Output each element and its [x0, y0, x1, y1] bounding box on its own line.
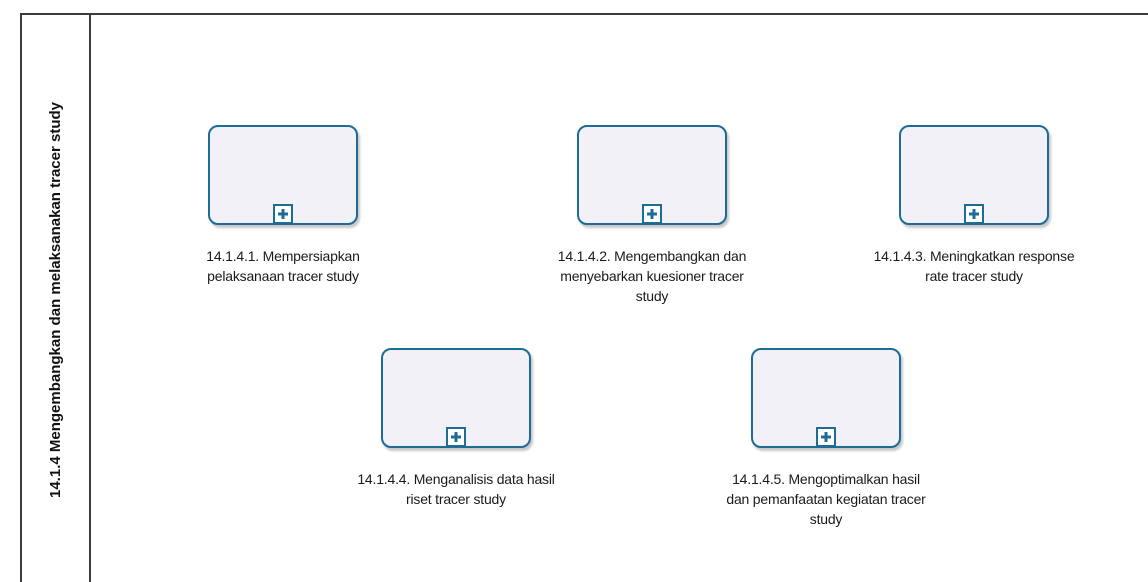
plus-icon: [821, 432, 831, 442]
plus-icon: [647, 209, 657, 219]
task-1-label-line-2: pelaksanaan tracer study: [207, 268, 359, 284]
subprocess-task-2[interactable]: [577, 125, 727, 225]
subprocess-task-3[interactable]: [899, 125, 1049, 225]
subprocess-task-1[interactable]: [208, 125, 358, 225]
task-3-label-line-2: rate tracer study: [925, 268, 1023, 284]
task-5-label-line-3: study: [809, 511, 843, 527]
task-3-label-line-1: 14.1.4.3. Meningkatkan response: [873, 248, 1075, 264]
task-4-label: 14.1.4.4. Menganalisis data hasil riset …: [321, 469, 591, 509]
plus-icon: [278, 209, 288, 219]
subprocess-task-5[interactable]: [751, 348, 901, 448]
task-5-label-line-1: 14.1.4.5. Mengoptimalkan hasil: [732, 471, 920, 487]
task-2-label: 14.1.4.2. Mengembangkan dan menyebarkan …: [517, 246, 787, 306]
expand-plus-icon[interactable]: [446, 427, 466, 447]
diagram-canvas: 14.1.4 Mengembangkan dan melaksanakan tr…: [0, 0, 1148, 582]
expand-plus-icon[interactable]: [273, 204, 293, 224]
task-1-label: 14.1.4.1. Mempersiapkan pelaksanaan trac…: [148, 246, 418, 286]
task-2-label-line-1: 14.1.4.2. Mengembangkan dan: [557, 248, 747, 264]
plus-icon: [969, 209, 979, 219]
task-4-label-line-2: riset tracer study: [406, 491, 506, 507]
task-5-label-line-2: dan pemanfaatan kegiatan tracer: [726, 491, 926, 507]
plus-icon: [451, 432, 461, 442]
task-2-label-line-3: study: [635, 288, 669, 304]
expand-plus-icon[interactable]: [816, 427, 836, 447]
subprocess-task-4[interactable]: [381, 348, 531, 448]
expand-plus-icon[interactable]: [964, 204, 984, 224]
task-3-label: 14.1.4.3. Meningkatkan response rate tra…: [839, 246, 1109, 286]
task-1-label-line-1: 14.1.4.1. Mempersiapkan: [206, 248, 360, 264]
expand-plus-icon[interactable]: [642, 204, 662, 224]
task-4-label-line-1: 14.1.4.4. Menganalisis data hasil: [357, 471, 555, 487]
task-5-label: 14.1.4.5. Mengoptimalkan hasil dan peman…: [691, 469, 961, 529]
task-2-label-line-2: menyebarkan kuesioner tracer: [560, 268, 744, 284]
lane-title: 14.1.4 Mengembangkan dan melaksanakan tr…: [47, 102, 64, 498]
